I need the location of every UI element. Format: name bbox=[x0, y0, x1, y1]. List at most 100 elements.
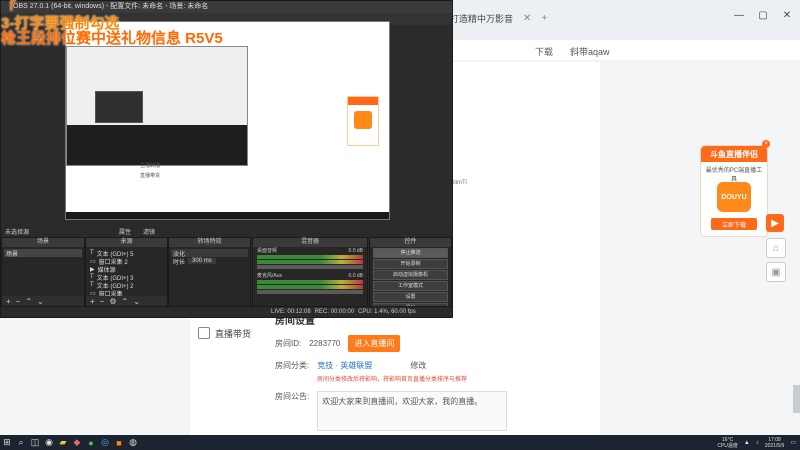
obs-icon[interactable]: ◍ bbox=[126, 435, 140, 450]
volume-meter bbox=[257, 255, 363, 259]
shopping-icon bbox=[198, 327, 210, 339]
ad-title: 斗鱼直播伴侣 bbox=[701, 146, 767, 162]
transitions-title: 转场特效 bbox=[169, 238, 250, 247]
close-icon[interactable]: ✕ bbox=[523, 13, 531, 24]
overlay-text: 「 3-打字要强制勾选 枪王段排位赛中送礼物信息 R5V5 bbox=[1, 1, 301, 46]
nav-item-live-commerce[interactable]: 直播带货 bbox=[190, 322, 265, 344]
duration-input[interactable]: 300 ms bbox=[188, 258, 216, 264]
room-id-row: 房间ID: 2283770 进入直播间 bbox=[275, 335, 595, 352]
ad-download-button[interactable]: 立即下载 bbox=[711, 218, 757, 230]
clock[interactable]: 17:08 2021/5/9 bbox=[765, 437, 784, 449]
remove-icon[interactable]: − bbox=[100, 297, 105, 306]
scenes-footer: + − ⌃ ⌄ bbox=[2, 296, 84, 306]
tab-title[interactable]: 打造精中万影音 bbox=[450, 12, 513, 25]
maximize-icon[interactable]: ▢ bbox=[756, 8, 770, 22]
media-icon: ▶ bbox=[90, 266, 95, 273]
volume-meter bbox=[257, 260, 363, 264]
virtual-camera-button[interactable]: 启动虚拟摄像机 bbox=[373, 270, 448, 280]
obs-status-bar: LIVE: 00:12:08 REC: 00:00:00 CPU: 1.4%, … bbox=[1, 306, 452, 317]
obs-preview[interactable]: 主播转播 直播带货 bbox=[65, 21, 390, 220]
page-header: 下载 斜带aqaw bbox=[450, 40, 800, 60]
category-edit-link[interactable]: 修改 bbox=[410, 360, 426, 371]
up-icon[interactable]: ⌃ bbox=[25, 297, 32, 306]
app-icon[interactable]: ◆ bbox=[70, 435, 84, 450]
window-controls: — ▢ ✕ bbox=[732, 8, 794, 22]
douyu-logo-icon: DOUYU bbox=[717, 182, 751, 212]
room-category-row: 房间分类: 竞技 · 英雄联盟 修改 bbox=[275, 360, 427, 371]
notification-icon[interactable]: ▭ bbox=[790, 439, 796, 446]
ad-card[interactable]: 斗鱼直播伴侣 最优秀的PC端直播工具 DOUYU 立即下载 bbox=[700, 145, 768, 237]
search-icon[interactable]: ⌕ bbox=[14, 435, 28, 450]
obs-window: OBS 27.0.1 (64-bit, windows) - 配置文件: 未命名… bbox=[0, 0, 453, 318]
add-icon[interactable]: + bbox=[90, 297, 95, 306]
minimize-icon[interactable]: — bbox=[732, 8, 746, 22]
gear-icon[interactable]: ⚙ bbox=[109, 297, 116, 306]
sources-footer: + − ⚙ ⌃ ⌄ bbox=[86, 296, 167, 306]
volume-icon[interactable]: ♪ bbox=[756, 440, 759, 446]
scene-item[interactable]: 场景 bbox=[4, 249, 82, 258]
mixer-title: 混音器 bbox=[253, 238, 367, 247]
volume-slider[interactable] bbox=[257, 265, 363, 269]
source-toolbar: 未选择源 属性 滤镜 bbox=[1, 225, 452, 236]
text-icon: T bbox=[90, 282, 94, 288]
room-id: 2283770 bbox=[309, 339, 341, 348]
room-settings: 房间设置 房间ID: 2283770 进入直播间 房间分类: 竞技 · 英雄联盟… bbox=[275, 312, 595, 432]
nested-preview-window bbox=[95, 91, 143, 123]
taskbar: ⊞ ⌕ ◫ ◉ ▰ ◆ ● ◎ ■ ◍ 16°C CPU温度 ▲ ♪ 17:08… bbox=[0, 435, 800, 450]
studio-mode-button[interactable]: 工作室模式 bbox=[373, 281, 448, 291]
task-view-icon[interactable]: ◫ bbox=[28, 435, 42, 450]
text-icon: T bbox=[90, 274, 94, 280]
edge-icon[interactable]: ◉ bbox=[42, 435, 56, 450]
user-menu[interactable]: 斜带aqaw bbox=[570, 45, 610, 58]
preview-taskbar bbox=[66, 212, 389, 219]
down-icon[interactable]: ⌄ bbox=[37, 297, 44, 306]
explorer-icon[interactable]: ▰ bbox=[56, 435, 70, 450]
app-side-icon[interactable]: ▣ bbox=[766, 262, 786, 282]
home-side-icon[interactable]: ⌂ bbox=[766, 238, 786, 258]
text-icon: T bbox=[90, 250, 94, 256]
volume-slider[interactable] bbox=[257, 290, 363, 294]
windows-start-icon[interactable]: ⊞ bbox=[0, 435, 14, 450]
category-note: 房间分类修改后将影响，将影响首页直播分类排序与推荐 bbox=[317, 377, 468, 383]
stop-streaming-button[interactable]: 停止推流 bbox=[373, 248, 448, 258]
filters-button[interactable]: 滤镜 bbox=[143, 227, 155, 236]
close-window-icon[interactable]: ✕ bbox=[780, 8, 794, 22]
new-tab-icon[interactable]: + bbox=[541, 13, 547, 24]
overlay-line-1: 「 bbox=[1, 0, 17, 17]
ad-close-icon[interactable]: × bbox=[762, 140, 770, 148]
scrollbar[interactable] bbox=[793, 385, 800, 413]
preview-sidebar: 主播转播 直播带货 bbox=[140, 163, 161, 179]
play-side-icon[interactable]: ▶ bbox=[766, 214, 784, 232]
rec-status: REC: 00:00:00 bbox=[314, 309, 355, 315]
scenes-dock: 场景 场景 + − ⌃ ⌄ bbox=[1, 237, 85, 307]
down-icon[interactable]: ⌄ bbox=[133, 297, 140, 306]
no-source-label: 未选择源 bbox=[5, 230, 30, 236]
window-icon: ▭ bbox=[90, 258, 96, 265]
notice-textarea[interactable]: 欢迎大家来到直播间，欢迎大家，我的直播。 bbox=[317, 391, 508, 431]
add-icon[interactable]: + bbox=[6, 297, 11, 306]
taskbar-apps: ⊞ ⌕ ◫ ◉ ▰ ◆ ● ◎ ■ ◍ bbox=[0, 435, 140, 450]
scenes-title: 场景 bbox=[2, 238, 84, 247]
volume-meter bbox=[257, 285, 363, 289]
up-icon[interactable]: ⌃ bbox=[122, 297, 129, 306]
weather-widget[interactable]: 16°C CPU温度 bbox=[717, 437, 738, 449]
live-status: LIVE: 00:12:08 bbox=[271, 309, 311, 315]
remove-icon[interactable]: − bbox=[16, 297, 21, 306]
download-link[interactable]: 下载 bbox=[535, 45, 553, 58]
cpu-status: CPU: 1.4%, 60.00 fps bbox=[358, 309, 416, 315]
nested-obs-panels bbox=[67, 125, 247, 165]
controls-title: 控件 bbox=[370, 238, 451, 247]
enter-room-button[interactable]: 进入直播间 bbox=[348, 335, 401, 352]
room-category[interactable]: 竞技 · 英雄联盟 bbox=[317, 360, 372, 371]
controls-dock: 控件 停止推流 开始录制 启动虚拟摄像机 工作室模式 设置 退出 bbox=[369, 237, 452, 313]
settings-button[interactable]: 设置 bbox=[373, 292, 448, 302]
network-icon[interactable]: ▲ bbox=[744, 440, 750, 446]
chat-icon[interactable]: ◎ bbox=[98, 435, 112, 450]
start-recording-button[interactable]: 开始录制 bbox=[373, 259, 448, 269]
douyu-icon[interactable]: ■ bbox=[112, 435, 126, 450]
duration-row: 时长 300 ms bbox=[171, 257, 248, 266]
sources-title: 来源 bbox=[86, 238, 167, 247]
properties-button[interactable]: 属性 bbox=[119, 227, 131, 236]
overlay-line-3: 枪王段排位赛中送礼物信息 R5V5 bbox=[1, 30, 223, 47]
wechat-icon[interactable]: ● bbox=[84, 435, 98, 450]
